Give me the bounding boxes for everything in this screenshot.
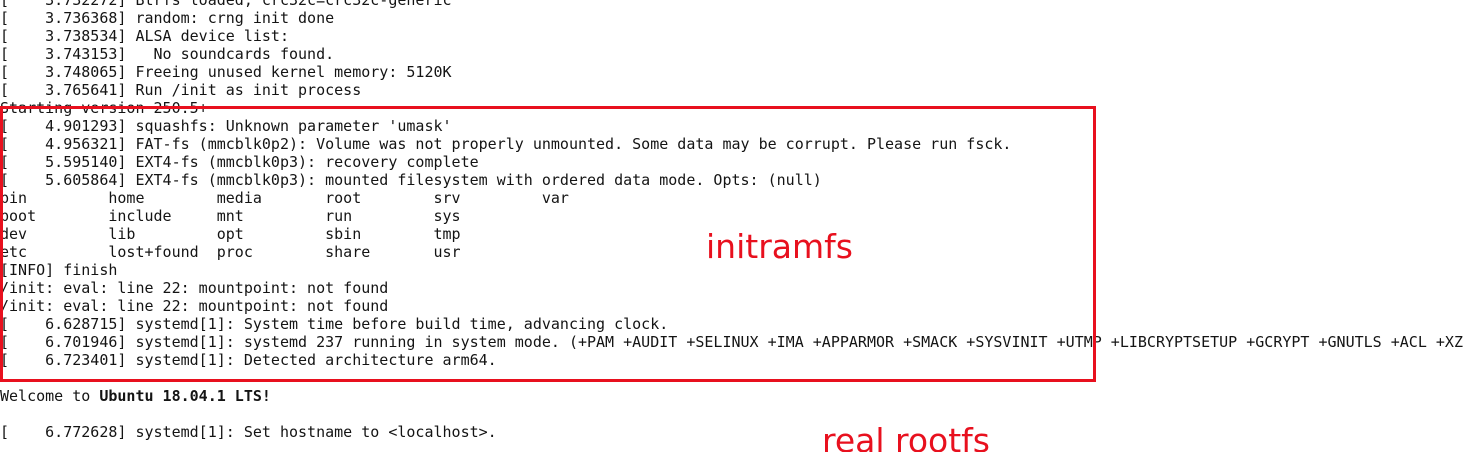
terminal-line: [ 3.743153] No soundcards found. xyxy=(0,45,335,63)
initramfs-highlight-box xyxy=(0,106,1096,382)
terminal-line: [ 3.732272] Btrfs loaded, crc32c=crc32c-… xyxy=(0,0,452,9)
distro-name: Ubuntu 18.04.1 LTS xyxy=(99,387,262,405)
terminal-line: [ 3.736368] random: crng init done xyxy=(0,9,335,27)
initramfs-label: initramfs xyxy=(706,227,853,266)
welcome-line: Welcome to Ubuntu 18.04.1 LTS! xyxy=(0,387,271,405)
terminal-line: [ 3.765641] Run /init as init process xyxy=(0,81,362,99)
terminal-line: [ 3.738534] ALSA device list: xyxy=(0,27,289,45)
welcome-suffix: ! xyxy=(261,387,271,405)
terminal-line: [ 6.772628] systemd[1]: Set hostname to … xyxy=(0,423,497,441)
terminal-output: [ 3.732272] Btrfs loaded, crc32c=crc32c-… xyxy=(0,0,1470,452)
real-rootfs-label: real rootfs xyxy=(822,421,990,452)
welcome-prefix: Welcome to xyxy=(0,387,100,405)
terminal-line: [ 3.748065] Freeing unused kernel memory… xyxy=(0,63,452,81)
